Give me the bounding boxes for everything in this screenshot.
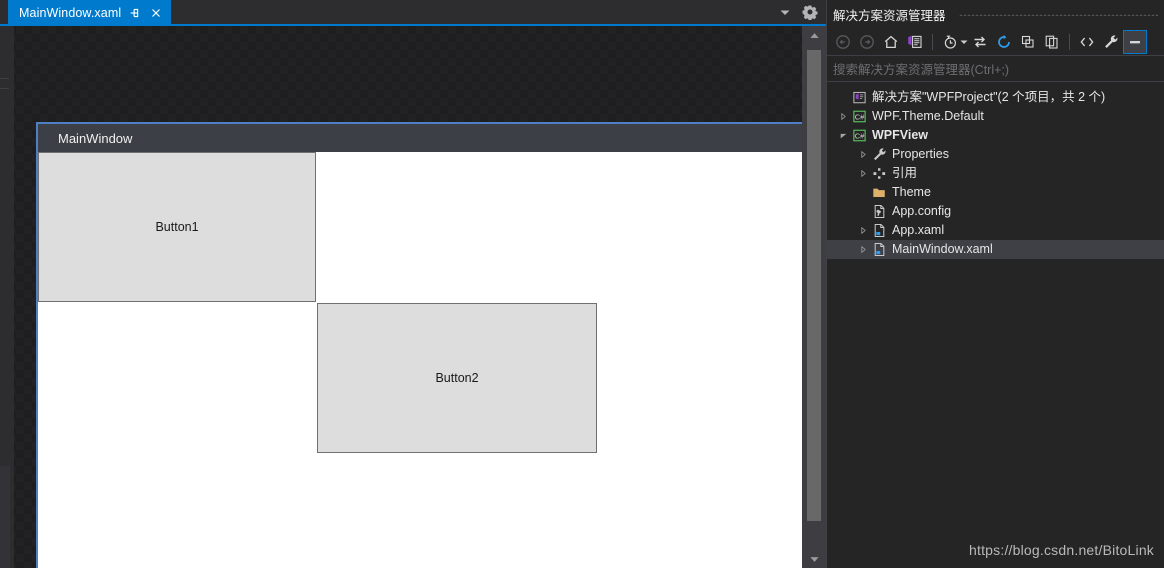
chevron-right-icon[interactable] [855, 169, 871, 178]
tab-label: MainWindow.xaml [19, 6, 122, 20]
tree-item-label: Properties [892, 147, 949, 161]
chevron-down-icon[interactable] [777, 4, 793, 20]
design-window-canvas[interactable]: Button1 Button2 [38, 152, 802, 568]
designer-rail-block [0, 466, 10, 568]
tree-item-label: 解决方案"WPFProject"(2 个项目，共 2 个) [872, 90, 1106, 104]
csharp-project-icon: C# [851, 109, 868, 124]
scroll-up-icon[interactable] [802, 26, 826, 44]
tree-item-wpf.theme.default[interactable]: C# WPF.Theme.Default [827, 107, 1164, 126]
chevron-down-icon[interactable] [835, 131, 851, 140]
refresh-button[interactable] [992, 30, 1016, 54]
svg-text:C#: C# [855, 131, 865, 140]
xaml-designer-surface[interactable]: MainWindow Button1 Button2 [0, 26, 812, 568]
tree-item-label: App.xaml [892, 223, 945, 237]
designer-left-rail [0, 26, 14, 568]
scrollbar-thumb[interactable] [807, 50, 821, 521]
csharp-project-icon: C# [851, 128, 868, 143]
watermark-label: https://blog.csdn.net/BitoLink [969, 542, 1154, 558]
scroll-down-icon[interactable] [802, 550, 826, 568]
properties-button[interactable] [1099, 30, 1123, 54]
collapse-all-button[interactable] [1016, 30, 1040, 54]
tree-item-app.config[interactable]: App.config [827, 202, 1164, 221]
editor-tabstrip: MainWindow.xaml [0, 0, 826, 26]
view-code-button[interactable] [1075, 30, 1099, 54]
tree-item-label: 引用 [892, 166, 918, 180]
tree-item-label: WPFView [872, 128, 929, 142]
toolbar-separator [932, 33, 933, 50]
tree-item-label: MainWindow.xaml [892, 242, 993, 256]
tree-item-app.xaml[interactable]: App.xaml [827, 221, 1164, 240]
tree-item--[interactable]: 引用 [827, 164, 1164, 183]
references-icon [871, 166, 888, 181]
show-all-files-button[interactable] [1040, 30, 1064, 54]
solution-tree: 解决方案"WPFProject"(2 个项目，共 2 个) C# WPF.Theme… [827, 82, 1164, 259]
designer-vertical-scrollbar[interactable] [802, 26, 826, 568]
panel-title: 解决方案资源管理器 [833, 8, 946, 23]
toolbar-separator [1069, 33, 1070, 50]
tree-item-label: WPF.Theme.Default [872, 109, 984, 123]
tree-item-properties[interactable]: Properties [827, 145, 1164, 164]
nav-back-button[interactable] [831, 30, 855, 54]
svg-text:C#: C# [855, 112, 865, 121]
design-button-label: Button2 [435, 371, 479, 385]
solution-explorer-header: 解决方案资源管理器 [827, 0, 1164, 28]
chevron-right-icon[interactable] [855, 226, 871, 235]
design-window-title: MainWindow [58, 130, 133, 146]
designer-rail-tick [0, 78, 9, 79]
xaml-file-icon [871, 242, 888, 257]
tree-item-theme[interactable]: Theme [827, 183, 1164, 202]
search-placeholder: 搜索解决方案资源管理器(Ctrl+;) [833, 63, 1010, 77]
solution-icon [851, 90, 868, 105]
design-window[interactable]: MainWindow Button1 Button2 [36, 122, 802, 568]
watermark-text: https://blog.csdn.net/BitoLink [969, 542, 1154, 558]
folder-icon [871, 185, 888, 200]
home-button[interactable] [879, 30, 903, 54]
tree-item-label: Theme [892, 185, 931, 199]
visual-studio-window: MainWindow.xaml MainWindow Button1 Butto… [0, 0, 1164, 568]
properties-window-button[interactable] [1123, 29, 1147, 54]
tab-mainwindow-xaml[interactable]: MainWindow.xaml [8, 0, 172, 26]
solution-explorer-toolbar [827, 28, 1164, 56]
gear-icon[interactable] [802, 4, 818, 21]
chevron-right-icon[interactable] [855, 150, 871, 159]
filter-chevron-down-icon[interactable] [959, 30, 968, 54]
design-button-label: Button1 [155, 220, 199, 234]
nav-forward-button[interactable] [855, 30, 879, 54]
solution-explorer-view-button[interactable] [903, 30, 927, 54]
tabstrip-buttons [777, 0, 818, 24]
search-input[interactable]: 搜索解决方案资源管理器(Ctrl+;) [827, 56, 1164, 82]
design-window-titlebar: MainWindow [38, 124, 802, 152]
tree-item-label: App.config [892, 204, 952, 218]
chevron-right-icon[interactable] [855, 245, 871, 254]
design-button-button2[interactable]: Button2 [317, 303, 597, 453]
wrench-icon [871, 147, 888, 162]
pin-icon[interactable] [128, 6, 142, 20]
xaml-file-icon [871, 223, 888, 238]
solution-explorer-panel: 解决方案资源管理器 搜索解决方案资源管理器(Ctrl+;) 解决方案"WPFPr… [826, 0, 1164, 568]
designer-rail-tick [0, 88, 9, 89]
chevron-right-icon[interactable] [835, 112, 851, 121]
config-file-icon [871, 204, 888, 219]
tree-item-wpfview[interactable]: C# WPFView [827, 126, 1164, 145]
editor-pane: MainWindow.xaml MainWindow Button1 Butto… [0, 0, 826, 568]
tree-item-mainwindow.xaml[interactable]: MainWindow.xaml [827, 240, 1164, 259]
header-dotted-rule [959, 14, 1158, 16]
sync-with-active-document-button[interactable] [968, 30, 992, 54]
design-button-button1[interactable]: Button1 [38, 152, 316, 302]
tree-item--wpfproject-2-2-[interactable]: 解决方案"WPFProject"(2 个项目，共 2 个) [827, 88, 1164, 107]
close-icon[interactable] [149, 6, 163, 20]
